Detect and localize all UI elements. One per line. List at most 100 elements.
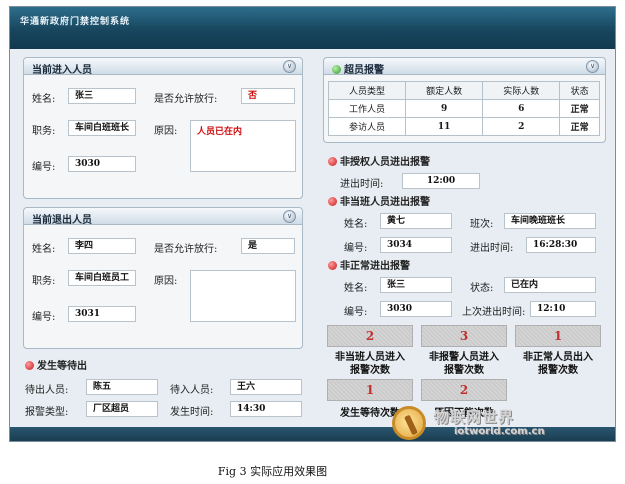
table-cell: 6 xyxy=(482,99,561,118)
abnormal-title-text: 非正常进出报警 xyxy=(340,261,410,272)
exit-allowed-label: 是否允许放行: xyxy=(154,244,218,255)
abnormal-status-field: 已在内 xyxy=(504,277,596,293)
occur-time-field: 14:30 xyxy=(230,401,302,417)
overstaff-table: 人员类型 额定人数 实际人数 状态 工作人员 9 6 正常 参访人员 11 2 … xyxy=(327,81,600,136)
entry-reason-field: 人员已在内 xyxy=(190,120,296,172)
table-cell: 参访人员 xyxy=(327,117,407,136)
offshift-title-text: 非当班人员进出报警 xyxy=(340,197,430,208)
waiting-person-label: 待出人员: xyxy=(25,385,69,396)
counter-label-line: 非正常人员出入 xyxy=(523,352,593,363)
occur-time-label: 发生时间: xyxy=(170,407,214,418)
abnormal-title: 非正常进出报警 xyxy=(328,257,410,272)
abnormal-last-time-label: 上次进出时间: xyxy=(462,307,526,318)
incoming-person-field: 王六 xyxy=(230,379,302,395)
exit-position-label: 职务: xyxy=(32,276,56,287)
offshift-time-label: 进出时间: xyxy=(470,243,514,254)
table-cell: 工作人员 xyxy=(327,99,407,118)
offshift-id-label: 编号: xyxy=(344,243,368,254)
green-dot-icon xyxy=(332,65,341,74)
figure-caption: Fig 3 实际应用效果图 xyxy=(0,463,625,479)
counter-box: 1 xyxy=(515,325,601,347)
entry-position-field: 车间白班班长 xyxy=(68,120,136,136)
entry-allowed-field: 否 xyxy=(241,88,295,104)
counter-label-line: 非报警人员进入 xyxy=(429,352,499,363)
main-content: 当前进入人员 ∨ 姓名: 张三 是否允许放行: 否 职务: 车间白班班长 原因:… xyxy=(10,49,615,427)
overstaff-title-text: 超员报警 xyxy=(344,65,384,76)
exit-allowed-field: 是 xyxy=(241,238,295,254)
unauthorized-time-field: 12:00 xyxy=(402,173,480,189)
counter-label: 非当班人员进入 报警次数 xyxy=(324,351,416,377)
current-entry-header: 当前进入人员 ∨ xyxy=(24,58,302,76)
alarm-type-label: 报警类型: xyxy=(25,407,69,418)
watermark-url: iotworld.com.cn xyxy=(454,426,545,437)
counter-label: 非报警人员进入 报警次数 xyxy=(418,351,510,377)
watermark-logo: 物联网世界 iotworld.com.cn xyxy=(392,402,582,442)
counter-box: 2 xyxy=(421,379,507,401)
counter-box: 2 xyxy=(327,325,413,347)
offshift-title: 非当班人员进出报警 xyxy=(328,193,430,208)
table-header-row: 人员类型 额定人数 实际人数 状态 xyxy=(327,81,600,100)
title-bar: 华通新政府门禁控制系统 xyxy=(10,7,615,49)
entry-name-label: 姓名: xyxy=(32,94,56,105)
offshift-name-label: 姓名: xyxy=(344,219,368,230)
table-cell: 2 xyxy=(482,117,561,136)
exit-position-field: 车间白班员工 xyxy=(68,270,136,286)
abnormal-status-label: 状态: xyxy=(470,283,494,294)
table-cell: 11 xyxy=(405,117,484,136)
entry-reason-label: 原因: xyxy=(154,126,178,137)
abnormal-name-field: 张三 xyxy=(380,277,452,293)
waiting-person-field: 陈五 xyxy=(86,379,158,395)
table-row: 参访人员 11 2 正常 xyxy=(327,117,600,136)
abnormal-last-time-field: 12:10 xyxy=(530,301,596,317)
figure-caption-text: Fig 3 实际应用效果图 xyxy=(217,465,328,478)
table-row: 工作人员 9 6 正常 xyxy=(327,99,600,118)
red-dot-icon xyxy=(25,361,34,370)
abnormal-id-field: 3030 xyxy=(380,301,452,317)
red-dot-icon xyxy=(328,197,337,206)
incoming-person-label: 待入人员: xyxy=(170,385,214,396)
waiting-title-text: 发生等待出 xyxy=(37,361,87,372)
overstaff-title: 超员报警 xyxy=(332,61,384,76)
collapse-chevron-icon[interactable]: ∨ xyxy=(283,60,296,73)
alarm-type-field: 厂区超员 xyxy=(86,401,158,417)
unauthorized-title: 非授权人员进出报警 xyxy=(328,153,430,168)
watermark-text: 物联网世界 xyxy=(434,408,515,426)
entry-id-field: 3030 xyxy=(68,156,136,172)
exit-id-label: 编号: xyxy=(32,312,56,323)
offshift-shift-field: 车间晚班班长 xyxy=(504,213,596,229)
exit-name-label: 姓名: xyxy=(32,244,56,255)
app-window: 华通新政府门禁控制系统 当前进入人员 ∨ 姓名: 张三 是否允许放行: 否 职务… xyxy=(9,6,616,442)
collapse-chevron-icon[interactable]: ∨ xyxy=(586,60,599,73)
table-cell: 9 xyxy=(405,99,484,118)
exit-reason-field xyxy=(190,270,296,322)
counter-label-line: 报警次数 xyxy=(350,365,390,376)
exit-name-field: 李四 xyxy=(68,238,136,254)
current-exit-header: 当前退出人员 ∨ xyxy=(24,208,302,226)
unauthorized-title-text: 非授权人员进出报警 xyxy=(340,157,430,168)
table-header-cell: 额定人数 xyxy=(405,81,484,100)
offshift-id-field: 3034 xyxy=(380,237,452,253)
collapse-chevron-icon[interactable]: ∨ xyxy=(283,210,296,223)
counter-box: 3 xyxy=(421,325,507,347)
exit-id-field: 3031 xyxy=(68,306,136,322)
red-dot-icon xyxy=(328,261,337,270)
table-cell: 正常 xyxy=(559,117,600,136)
table-header-cell: 实际人数 xyxy=(482,81,561,100)
current-exit-panel: 当前退出人员 ∨ 姓名: 李四 是否允许放行: 是 职务: 车间白班员工 原因:… xyxy=(23,207,303,349)
current-exit-title: 当前退出人员 xyxy=(32,215,92,226)
offshift-shift-label: 班次: xyxy=(470,219,494,230)
counter-label-line: 非当班人员进入 xyxy=(335,352,405,363)
watermark-icon xyxy=(392,406,426,440)
unauthorized-time-label: 进出时间: xyxy=(340,179,384,190)
counter-label-line: 报警次数 xyxy=(444,365,484,376)
entry-allowed-label: 是否允许放行: xyxy=(154,94,218,105)
current-entry-panel: 当前进入人员 ∨ 姓名: 张三 是否允许放行: 否 职务: 车间白班班长 原因:… xyxy=(23,57,303,199)
exit-reason-label: 原因: xyxy=(154,276,178,287)
entry-position-label: 职务: xyxy=(32,126,56,137)
abnormal-id-label: 编号: xyxy=(344,307,368,318)
entry-id-label: 编号: xyxy=(32,162,56,173)
counter-label-line: 报警次数 xyxy=(538,365,578,376)
counter-box: 1 xyxy=(327,379,413,401)
waiting-title: 发生等待出 xyxy=(25,357,87,372)
entry-name-field: 张三 xyxy=(68,88,136,104)
